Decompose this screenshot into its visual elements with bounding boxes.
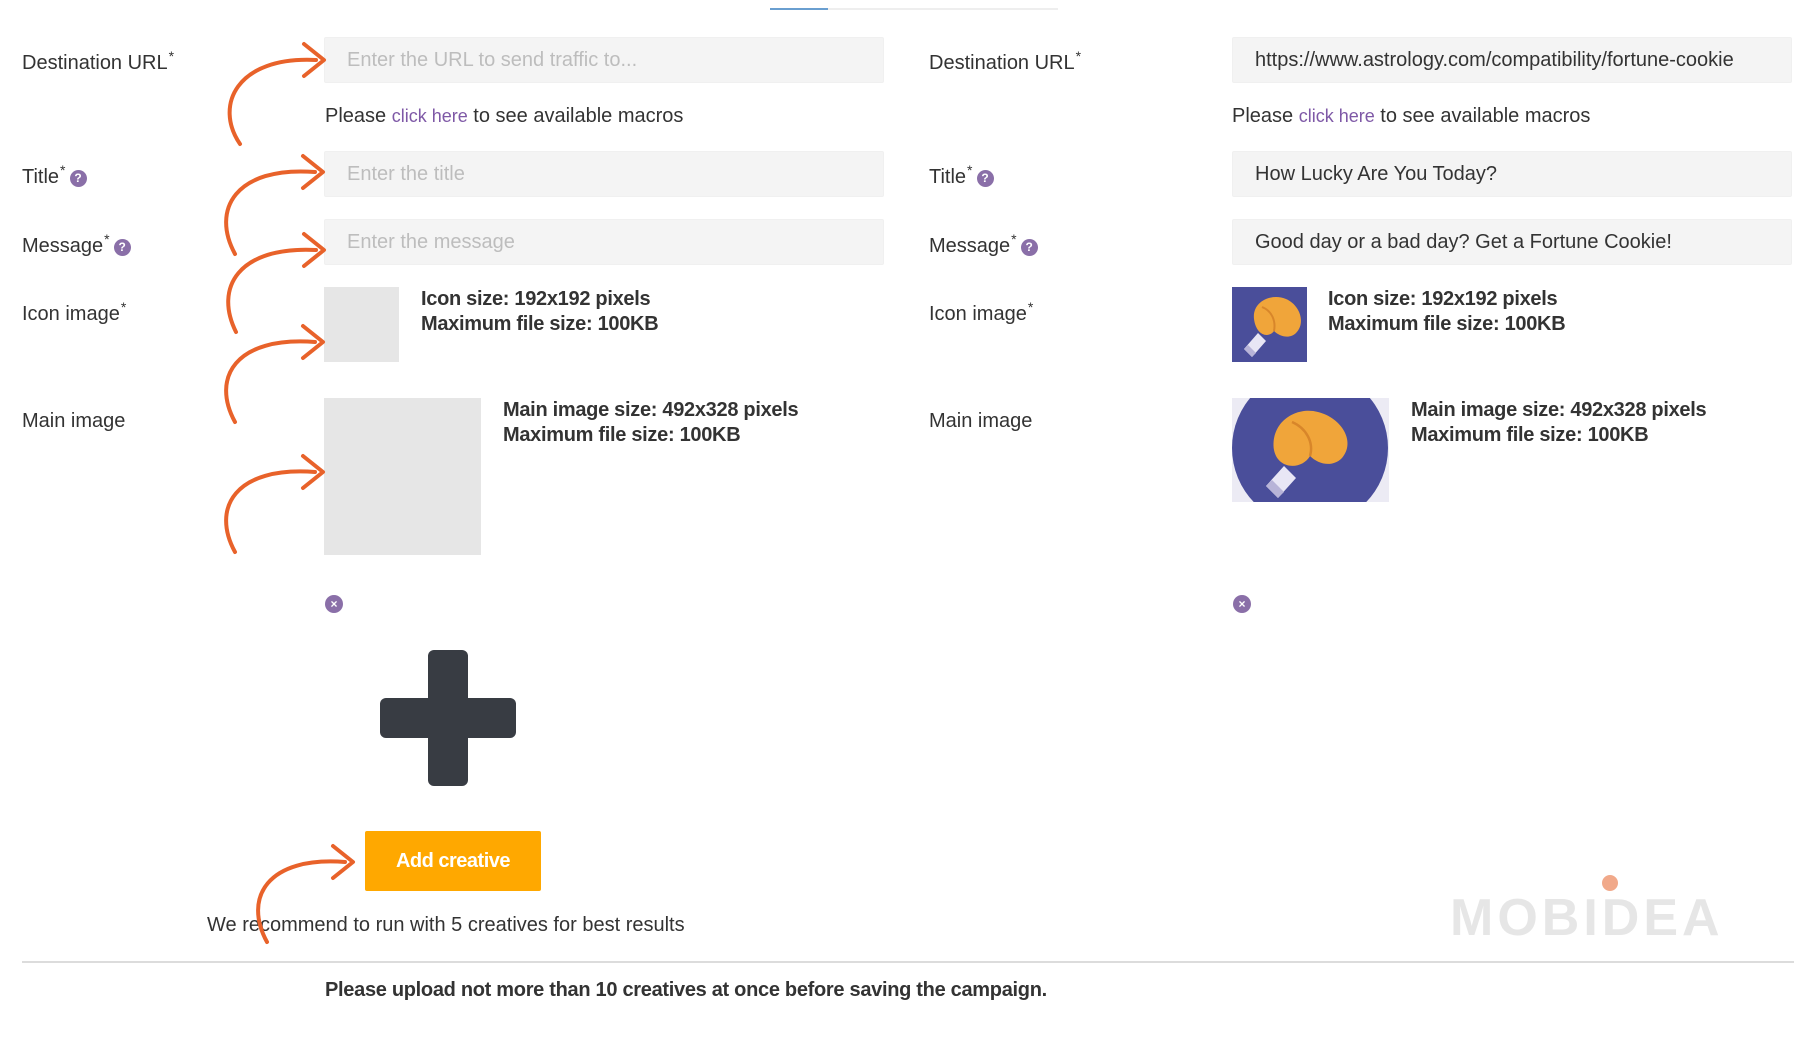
left-icon-spec: Icon size: 192x192 pixels Maximum file s… [421, 288, 659, 335]
arrow-annotation-icon [224, 324, 325, 424]
left-main-spec: Main image size: 492x328 pixels Maximum … [503, 399, 799, 446]
plus-icon[interactable] [380, 650, 516, 786]
right-macros-link[interactable]: click here [1299, 106, 1375, 126]
remove-creative-icon[interactable]: × [325, 595, 343, 613]
right-destination-label: Destination URL* [929, 48, 1082, 74]
remove-creative-icon[interactable]: × [1233, 595, 1251, 613]
question-circle-icon[interactable]: ? [976, 170, 994, 187]
left-message-input[interactable] [324, 219, 884, 265]
arrow-annotation-destination [227, 42, 326, 146]
left-destination-label: Destination URL* [22, 48, 175, 74]
arrow-annotation-main-image [224, 454, 325, 554]
left-destination-url-input[interactable] [324, 37, 884, 83]
question-circle-icon[interactable]: ? [113, 239, 131, 256]
mobidea-watermark-logo: MOBIDEA [1450, 872, 1760, 947]
arrow-annotation-add-creative [256, 844, 355, 944]
add-creative-button[interactable]: Add creative [365, 831, 541, 891]
upload-notice: Please upload not more than 10 creatives… [325, 979, 1047, 1001]
right-macros-hint: Please click here to see available macro… [1232, 105, 1591, 127]
fortune-cookie-icon-image[interactable] [1232, 287, 1307, 362]
right-icon-label: Icon image* [929, 299, 1034, 325]
right-message-input[interactable] [1232, 219, 1792, 265]
right-title-label: Title*? [929, 162, 994, 189]
left-macros-hint: Please click here to see available macro… [325, 105, 684, 127]
right-destination-url-input[interactable] [1232, 37, 1792, 83]
question-circle-icon[interactable]: ? [1020, 239, 1038, 256]
right-main-spec: Main image size: 492x328 pixels Maximum … [1411, 399, 1707, 446]
left-title-label: Title*? [22, 162, 87, 189]
left-icon-image-upload[interactable] [324, 287, 399, 362]
left-message-label: Message*? [22, 231, 131, 258]
right-message-label: Message*? [929, 231, 1038, 258]
right-title-input[interactable] [1232, 151, 1792, 197]
fortune-cookie-main-image[interactable] [1232, 398, 1389, 502]
left-main-image-upload[interactable] [324, 398, 481, 555]
left-icon-label: Icon image* [22, 299, 127, 325]
left-title-input[interactable] [324, 151, 884, 197]
question-circle-icon[interactable]: ? [69, 170, 87, 187]
left-main-label: Main image [22, 410, 126, 432]
tab-active-indicator [770, 8, 828, 10]
divider [22, 961, 1794, 963]
right-main-label: Main image [929, 410, 1033, 432]
right-icon-spec: Icon size: 192x192 pixels Maximum file s… [1328, 288, 1566, 335]
left-macros-link[interactable]: click here [392, 106, 468, 126]
